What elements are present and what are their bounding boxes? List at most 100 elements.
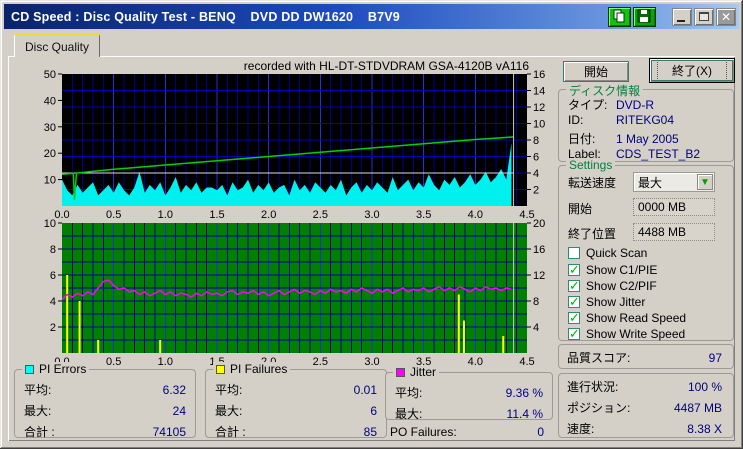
quality-score-box: 品質スコア: 97 <box>558 344 734 369</box>
svg-text:8: 8 <box>50 244 56 256</box>
start-position-input[interactable]: 0000 MB <box>633 198 715 216</box>
svg-text:10: 10 <box>533 119 545 131</box>
tab-label: Disc Quality <box>25 40 89 54</box>
checkmark-icon: ✓ <box>569 245 580 261</box>
transfer-speed-label: 転送速度 <box>559 174 625 191</box>
svg-text:10: 10 <box>44 175 56 187</box>
start-position-label: 開始 <box>559 200 625 217</box>
stat-row: 最大:6 <box>206 400 386 421</box>
minimize-button[interactable] <box>672 8 692 26</box>
end-position-input[interactable]: 4488 MB <box>633 223 715 241</box>
svg-text:14: 14 <box>533 86 545 98</box>
progress-row: 進行状況:100 % <box>559 376 733 397</box>
checkbox-show-write-speed[interactable]: ✓Show Write Speed <box>568 327 685 341</box>
stat-row: 最大:11.4 % <box>386 403 552 424</box>
svg-text:1.0: 1.0 <box>158 356 173 367</box>
progress-box: 進行状況:100 % ポジション:4487 MB 速度:8.38 X <box>558 373 734 438</box>
svg-text:4: 4 <box>50 296 56 308</box>
checkbox-quick-scan[interactable]: ✓Quick Scan <box>568 246 647 260</box>
checkmark-icon: ✓ <box>569 278 580 294</box>
close-icon: ✕ <box>721 11 731 23</box>
titlebar[interactable]: CD Speed : Disc Quality Test - BENQ DVD … <box>4 4 739 29</box>
po-failures-value: 0 <box>537 425 544 439</box>
svg-text:8: 8 <box>533 296 539 308</box>
start-button[interactable]: 開始 <box>563 61 629 82</box>
settings-caption: Settings <box>566 158 615 172</box>
checkmark-icon: ✓ <box>569 262 580 278</box>
checkmark-icon: ✓ <box>569 310 580 326</box>
svg-text:3.0: 3.0 <box>364 356 379 367</box>
svg-text:6: 6 <box>50 270 56 282</box>
checkmark-icon: ✓ <box>569 326 580 342</box>
svg-text:16: 16 <box>533 69 545 81</box>
jitter-legend-chip <box>396 368 405 377</box>
disc-info-row: ID:RITEKG04 <box>559 113 733 127</box>
svg-text:12: 12 <box>533 102 545 114</box>
disc-info-row: タイプ:DVD-R <box>559 96 733 113</box>
pi-errors-speed-chart: 10203040502468101214160.00.51.01.52.02.5… <box>16 68 551 220</box>
save-icon-button[interactable] <box>633 7 656 27</box>
checkbox-show-jitter[interactable]: ✓Show Jitter <box>568 295 645 309</box>
svg-text:20: 20 <box>44 148 56 160</box>
stat-row: 平均:0.01 <box>206 379 386 400</box>
svg-text:6: 6 <box>533 152 539 164</box>
svg-text:20: 20 <box>533 218 545 230</box>
po-failures-label: PO Failures: <box>390 425 457 439</box>
stat-row: 平均:6.32 <box>15 379 195 400</box>
chevron-down-icon[interactable]: ▼ <box>697 174 713 190</box>
stat-row: 最大:24 <box>15 400 195 421</box>
pi-errors-statbox: PI Errors 平均:6.32 最大:24 合計 :74105 <box>14 369 196 438</box>
checkbox-show-c2-pif[interactable]: ✓Show C2/PIF <box>568 279 657 293</box>
jitter-pi-failures-chart: 246810481216200.00.51.01.52.02.53.03.54.… <box>16 217 551 367</box>
svg-text:30: 30 <box>44 122 56 134</box>
pi-failures-caption: PI Failures <box>213 362 290 376</box>
stat-row: 合計 :74105 <box>15 421 195 442</box>
end-position-label: 終了位置 <box>559 225 625 242</box>
svg-text:2: 2 <box>50 322 56 334</box>
pi-failures-legend-chip <box>216 365 225 374</box>
stat-row: 合計 :85 <box>206 421 386 442</box>
window-title: CD Speed : Disc Quality Test - BENQ DVD … <box>11 10 608 24</box>
progress-row: ポジション:4487 MB <box>559 397 733 418</box>
svg-text:8: 8 <box>533 135 539 147</box>
main-panel: recorded with HL-DT-STDVDRAM GSA-4120B v… <box>8 56 735 441</box>
transfer-speed-select[interactable]: 最大 ▼ <box>633 172 715 192</box>
svg-text:4.5: 4.5 <box>519 356 534 367</box>
copy-icon <box>612 9 627 24</box>
pi-errors-caption: PI Errors <box>22 362 89 376</box>
svg-text:40: 40 <box>44 95 56 107</box>
svg-text:4: 4 <box>533 168 539 180</box>
copy-icon-button[interactable] <box>608 7 631 27</box>
progress-row: 速度:8.38 X <box>559 418 733 439</box>
close-button[interactable]: ✕ <box>716 8 736 26</box>
exit-button[interactable]: 終了(X) <box>649 58 735 83</box>
maximize-button[interactable] <box>694 8 714 26</box>
svg-text:0.5: 0.5 <box>106 356 121 367</box>
jitter-caption: Jitter <box>393 365 439 379</box>
quality-score-label: 品質スコア: <box>567 349 630 366</box>
po-failures-row: PO Failures: 0 <box>385 425 553 439</box>
settings-group: Settings 転送速度 最大 ▼ 開始 0000 MB 終了位置 4488 … <box>558 165 734 341</box>
svg-text:4: 4 <box>533 322 539 334</box>
disc-info-group: ディスク情報 タイプ:DVD-R ID:RITEKG04 日付:1 May 20… <box>558 89 734 162</box>
maximize-icon <box>699 12 709 21</box>
pi-failures-statbox: PI Failures 平均:0.01 最大:6 合計 :85 <box>205 369 387 438</box>
checkbox-show-c1-pie[interactable]: ✓Show C1/PIE <box>568 263 657 277</box>
stat-row: 平均:9.36 % <box>386 382 552 403</box>
svg-text:2: 2 <box>533 185 539 197</box>
svg-text:16: 16 <box>533 244 545 256</box>
save-icon <box>637 9 652 24</box>
svg-text:10: 10 <box>44 218 56 230</box>
checkbox-show-read-speed[interactable]: ✓Show Read Speed <box>568 311 686 325</box>
disc-info-row: 日付:1 May 2005 <box>559 130 733 147</box>
pi-errors-legend-chip <box>25 365 34 374</box>
jitter-statbox: Jitter 平均:9.36 % 最大:11.4 % <box>385 372 553 420</box>
svg-text:2.5: 2.5 <box>313 356 328 367</box>
quality-score-value: 97 <box>709 351 722 365</box>
minimize-icon <box>677 20 685 22</box>
svg-text:50: 50 <box>44 69 56 81</box>
tab-disc-quality[interactable]: Disc Quality <box>14 33 100 57</box>
svg-text:4.0: 4.0 <box>468 356 483 367</box>
checkmark-icon: ✓ <box>569 294 580 310</box>
app-window: CD Speed : Disc Quality Test - BENQ DVD … <box>0 0 743 449</box>
